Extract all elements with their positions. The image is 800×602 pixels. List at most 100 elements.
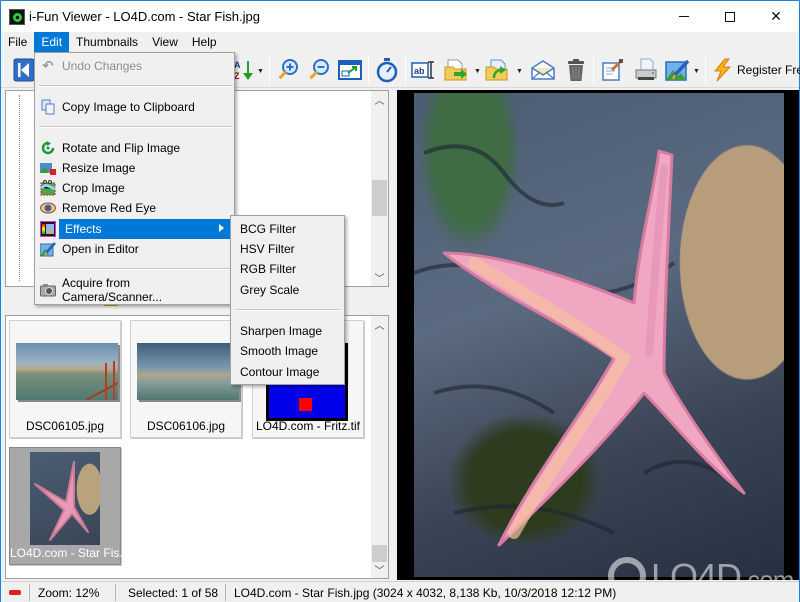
thumbnail-scrollbar[interactable]: ︿ ﹀ [371,316,388,578]
menu-view[interactable]: View [145,32,185,52]
scroll-down-arrow-icon[interactable]: ﹀ [371,561,388,578]
trash-icon [568,59,584,81]
slideshow-button[interactable] [374,57,400,83]
stopwatch-icon [376,58,398,83]
submenu-item-hsv-filter[interactable]: HSV Filter [233,239,342,259]
scroll-down-arrow-icon[interactable]: ﹀ [371,269,388,286]
menu-separator [39,268,232,270]
scroll-thumb[interactable] [372,545,387,562]
toolbar-separator [269,56,270,84]
menu-edit[interactable]: Edit [34,32,70,52]
copy-dropdown-arrow[interactable]: ▼ [516,68,523,75]
rename-button[interactable]: ab [411,57,437,83]
menu-item-label: Copy Image to Clipboard [62,100,195,114]
minimize-icon [679,16,689,17]
move-dropdown-arrow[interactable]: ▼ [474,68,481,75]
starfish-thumbnail [34,461,89,541]
menu-separator [39,85,232,87]
file-info-status: LO4D.com - Star Fish.jpg (3024 x 4032, 8… [234,585,617,600]
print-button[interactable] [633,57,659,83]
crop-icon [40,180,56,196]
zoom-status: Zoom: 12% [30,583,116,601]
menu-item-resize[interactable]: Resize Image [37,158,232,178]
move-folder-icon [444,59,467,81]
submenu-item-sharpen[interactable]: Sharpen Image [233,321,342,341]
thumbnail-label: LO4D.com - Star Fis.. [10,546,127,560]
eye-icon [40,200,56,216]
thumbnail-label: DSC06105.jpg [25,419,105,433]
thumbnail-item-selected[interactable]: LO4D.com - Star Fis.. [9,447,127,565]
svg-text:A: A [234,60,241,70]
menu-item-rotate-flip[interactable]: Rotate and Flip Image [37,138,232,158]
maximize-button[interactable] [707,1,753,32]
starfish-photo [414,93,784,577]
title-bar: i-Fun Viewer - LO4D.com - Star Fish.jpg … [1,1,799,32]
edit-dropdown-arrow[interactable]: ▼ [693,68,700,75]
submenu-item-rgb-filter[interactable]: RGB Filter [233,259,342,279]
menu-file[interactable]: File [1,32,34,52]
move-to-folder-button[interactable] [444,57,470,83]
menu-thumbnails[interactable]: Thumbnails [69,32,145,52]
menu-item-acquire[interactable]: Acquire from Camera/Scanner... [37,276,232,304]
toolbar-separator [405,56,406,84]
scroll-up-arrow-icon[interactable]: ︿ [371,316,388,333]
fit-window-button[interactable] [337,57,363,83]
rename-icon: ab [411,61,434,79]
toolbar-separator [593,56,594,84]
sort-dropdown-arrow[interactable]: ▼ [257,68,264,75]
copy-folder-icon [485,59,508,81]
editor-icon [40,241,56,257]
menu-item-label: Crop Image [62,181,125,195]
folder-tree-scrollbar[interactable]: ︿ ﹀ [371,91,388,286]
scroll-up-arrow-icon[interactable]: ︿ [371,91,388,108]
menu-item-crop[interactable]: Crop Image [37,178,232,198]
selection-status: Selected: 1 of 58 [116,583,226,601]
menu-item-label: Acquire from Camera/Scanner... [62,276,163,304]
printer-icon [635,58,657,80]
menu-item-open-editor[interactable]: Open in Editor [37,239,232,259]
email-button[interactable] [530,57,556,83]
submenu-item-bcg-filter[interactable]: BCG Filter [233,219,342,239]
status-stop-icon [9,589,21,595]
submenu-item-contour[interactable]: Contour Image [233,362,342,382]
toolbar-separator [368,56,369,84]
menu-item-label: Remove Red Eye [62,201,157,215]
submenu-item-smooth[interactable]: Smooth Image [233,341,342,361]
copy-to-folder-button[interactable] [485,57,511,83]
submenu-item-grey-scale[interactable]: Grey Scale [233,280,342,300]
zoom-in-button[interactable] [275,57,301,83]
delete-button[interactable] [563,57,589,83]
menu-item-label: Resize Image [62,161,136,175]
minimize-button[interactable] [661,1,707,32]
window-title: i-Fun Viewer - LO4D.com - Star Fish.jpg [29,9,260,24]
sort-button[interactable]: AZ [233,57,259,83]
scroll-thumb[interactable] [372,180,387,216]
edit-image-button[interactable] [665,57,691,83]
menu-item-red-eye[interactable]: Remove Red Eye [37,198,232,218]
svg-text:ab: ab [414,66,425,76]
menu-item-effects[interactable]: Effects [37,219,232,239]
close-icon: ✕ [770,8,782,24]
menu-item-undo-changes[interactable]: ↶ Undo Changes [37,56,232,76]
thumbnail-image [137,343,239,400]
menu-separator [39,126,232,128]
close-button[interactable]: ✕ [753,1,799,32]
first-icon [13,58,35,82]
copy-icon [40,99,56,115]
register-label: Register Free [737,63,800,77]
menu-help[interactable]: Help [185,32,224,52]
tree-connector-line [19,95,20,281]
register-button[interactable]: Register Free [711,57,800,83]
thumbnail-item[interactable]: DSC06105.jpg [9,320,121,438]
menu-item-label: Undo Changes [62,59,143,73]
zoom-out-button[interactable] [306,57,332,83]
properties-button[interactable] [600,57,626,83]
toolbar-separator [705,56,706,84]
thumbnail-label: LO4D.com - Fritz.tif [255,419,360,433]
zoom-out-icon [309,59,329,80]
menu-item-copy-image[interactable]: Copy Image to Clipboard [37,97,232,117]
undo-icon: ↶ [42,58,54,73]
resize-icon [40,160,56,176]
thumbnail-item[interactable]: DSC06106.jpg [130,320,242,438]
image-viewer[interactable] [397,90,799,580]
